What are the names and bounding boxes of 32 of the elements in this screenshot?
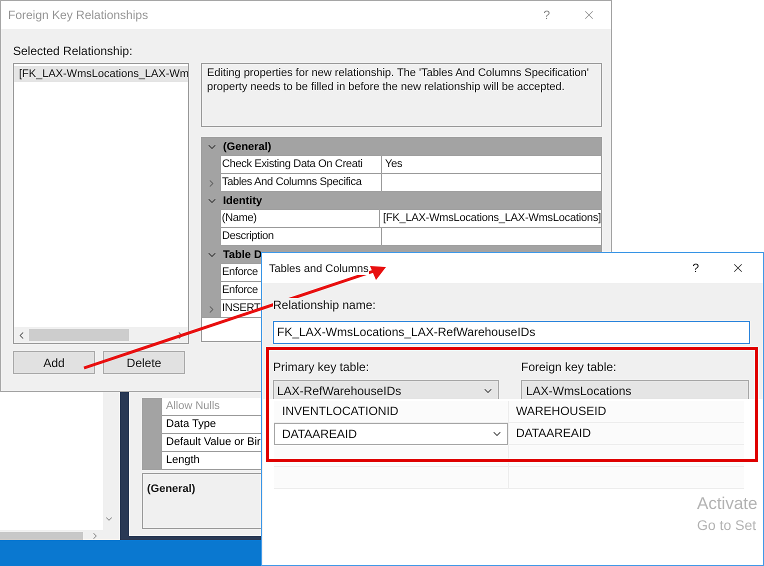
property-value[interactable] (381, 228, 601, 246)
relationship-name-field[interactable]: FK_LAX-WmsLocations_LAX-RefWarehouseIDs (273, 321, 750, 344)
category-label: Identity (222, 194, 262, 209)
property-value[interactable]: Yes (381, 156, 601, 174)
table-cell[interactable]: DATAAREAID (508, 423, 744, 444)
activation-subtitle: Go to Set (697, 516, 758, 535)
dialog-button[interactable]: Delete (103, 351, 185, 374)
property-name: (Name) (220, 210, 380, 228)
window-title: Foreign Key Relationships (8, 7, 150, 24)
property-name: Check Existing Data On Creati (221, 156, 381, 174)
list-label: Selected Relationship: (13, 43, 132, 60)
property-value[interactable] (381, 174, 601, 192)
description-text: Editing properties for new relationship. The 'Tables And Columns Specification' property needs to be filled in before the new relationship will be accepted. (207, 66, 590, 94)
window-title: Tables and Columns (269, 263, 369, 275)
field-label: Relationship name: (273, 298, 376, 312)
field-label: Foreign key table: (521, 359, 618, 376)
activation-title: Activate (697, 493, 758, 515)
table-cell[interactable]: INVENTLOCATIONID (274, 401, 508, 422)
help-button[interactable]: ? (692, 259, 699, 277)
property-value[interactable]: [FK_LAX-WmsLocations_LAX-WmsLocations] (379, 210, 601, 228)
help-button[interactable]: ? (543, 6, 550, 24)
dialog-button[interactable]: Add (13, 351, 95, 374)
table-cell[interactable]: WAREHOUSEID (508, 401, 744, 422)
property-name: Description (221, 228, 381, 246)
section-title: (General) (147, 483, 196, 495)
close-icon[interactable] (731, 261, 745, 275)
category-label: Table D (222, 248, 262, 263)
property-name: Tables And Columns Specifica (221, 174, 381, 192)
field-label: Primary key table: (273, 359, 370, 376)
category-label: (General) (222, 140, 272, 155)
column-dropdown[interactable]: DATAAREAID (274, 423, 508, 445)
list-item[interactable]: [FK_LAX-WmsLocations_LAX-Wm (14, 66, 188, 82)
